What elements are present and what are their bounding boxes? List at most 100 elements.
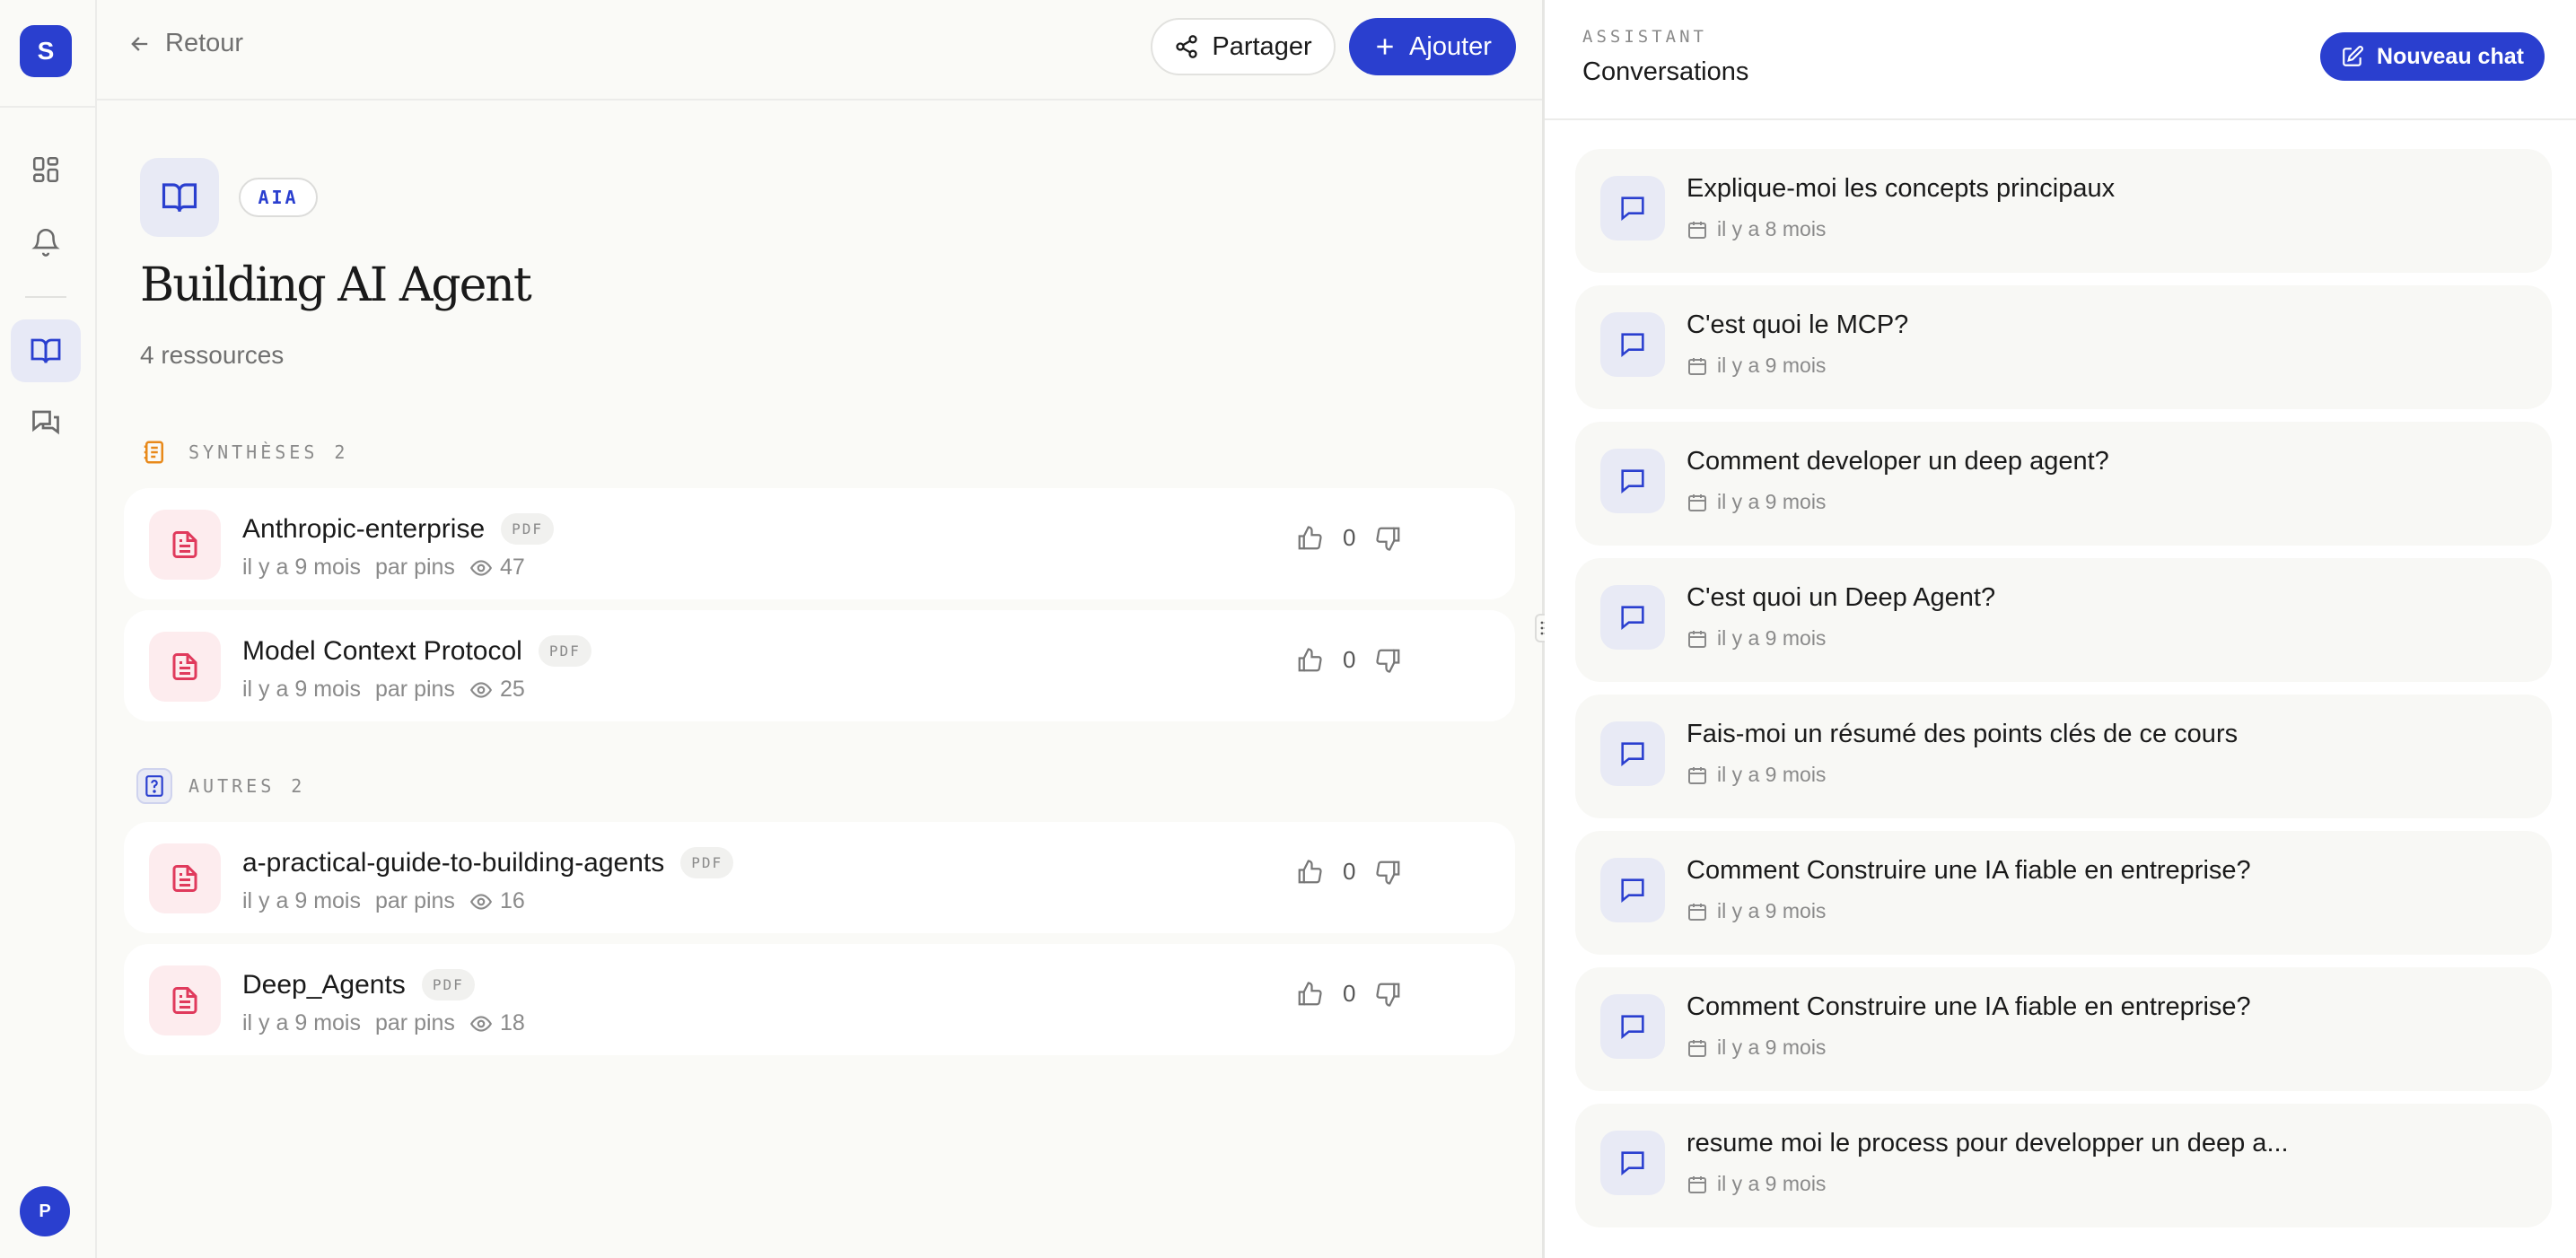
conversation-date: il y a 9 mois — [1717, 763, 1827, 786]
app-logo[interactable]: S — [20, 25, 72, 77]
collection-tag: AIA — [239, 178, 318, 217]
conversation-title: resume moi le process pour developper un… — [1687, 1129, 2289, 1158]
resource-date: il y a 9 mois — [242, 1010, 361, 1035]
avatar[interactable]: P — [20, 1186, 70, 1236]
vote-count: 0 — [1343, 980, 1356, 1007]
help-file-icon — [136, 768, 172, 804]
resource-name[interactable]: a-practical-guide-to-building-agents — [242, 848, 664, 878]
file-type-badge: PDF — [538, 635, 591, 667]
thumbs-down-icon[interactable] — [1375, 859, 1402, 886]
message-icon — [1600, 176, 1665, 240]
message-icon — [1600, 585, 1665, 650]
message-icon — [1600, 994, 1665, 1059]
conversation-date: il y a 9 mois — [1717, 1035, 1827, 1059]
conversation-title: Comment Construire une IA fiable en entr… — [1687, 992, 2251, 1021]
share-icon — [1174, 34, 1199, 59]
vote-count: 0 — [1343, 646, 1356, 673]
conversation-item[interactable]: Comment Construire une IA fiable en entr… — [1575, 967, 2552, 1091]
conversation-item[interactable]: C'est quoi un Deep Agent? il y a 9 mois — [1575, 558, 2552, 682]
thumbs-up-icon[interactable] — [1296, 525, 1323, 552]
view-count: 47 — [499, 555, 525, 580]
assistant-label: ASSISTANT — [1582, 27, 1707, 47]
calendar-icon — [1687, 1037, 1708, 1059]
file-type-badge: PDF — [501, 513, 555, 545]
vote-count: 0 — [1343, 524, 1356, 551]
chat-icon[interactable] — [11, 391, 81, 454]
conversation-item[interactable]: Comment developer un deep agent? il y a 9… — [1575, 422, 2552, 546]
add-button[interactable]: Ajouter — [1349, 18, 1516, 75]
conversation-item[interactable]: Comment Construire une IA fiable en entr… — [1575, 831, 2552, 955]
section-header-autres: AUTRES 2 — [136, 768, 305, 804]
calendar-icon — [1687, 492, 1708, 513]
share-button[interactable]: Partager — [1151, 18, 1336, 75]
calendar-icon — [1687, 764, 1708, 786]
resource-card[interactable]: a-practical-guide-to-building-agents PDF… — [124, 822, 1515, 933]
main-panel: Retour Partager Ajouter AIA Building AI … — [97, 0, 1542, 1258]
vote-count: 0 — [1343, 858, 1356, 885]
resource-count: 4 ressources — [140, 341, 285, 369]
notebook-icon — [136, 434, 172, 470]
resource-card[interactable]: Deep_Agents PDF il y a 9 mois par pins 1… — [124, 944, 1515, 1055]
assistant-title: Conversations — [1582, 57, 1749, 86]
conversation-title: C'est quoi le MCP? — [1687, 310, 1909, 339]
dashboard-icon[interactable] — [11, 138, 81, 201]
resource-card[interactable]: Model Context Protocol PDF il y a 9 mois… — [124, 610, 1515, 721]
page-title: Building AI Agent — [140, 258, 532, 312]
conversation-date: il y a 9 mois — [1717, 899, 1827, 922]
conversation-item[interactable]: resume moi le process pour developper un… — [1575, 1104, 2552, 1227]
eye-icon — [469, 1012, 493, 1035]
bell-icon[interactable] — [11, 210, 81, 273]
message-icon — [1600, 312, 1665, 377]
thumbs-up-icon[interactable] — [1296, 981, 1323, 1008]
message-icon — [1600, 449, 1665, 513]
new-chat-button[interactable]: Nouveau chat — [2320, 32, 2545, 81]
resource-author: par pins — [374, 677, 455, 702]
message-icon — [1600, 1131, 1665, 1195]
resource-name[interactable]: Anthropic-enterprise — [242, 514, 485, 545]
conversation-item[interactable]: Fais-moi un résumé des points clés de ce… — [1575, 695, 2552, 818]
thumbs-up-icon[interactable] — [1296, 859, 1323, 886]
new-chat-label: Nouveau chat — [2377, 43, 2524, 69]
calendar-icon — [1687, 219, 1708, 240]
conversation-date: il y a 9 mois — [1717, 1172, 1827, 1195]
resource-name[interactable]: Model Context Protocol — [242, 636, 522, 667]
resource-card[interactable]: Anthropic-enterprise PDF il y a 9 mois p… — [124, 488, 1515, 599]
resource-date: il y a 9 mois — [242, 677, 361, 702]
conversation-item[interactable]: Explique-moi les concepts principaux il y… — [1575, 149, 2552, 273]
resource-name[interactable]: Deep_Agents — [242, 970, 406, 1000]
resource-author: par pins — [374, 888, 455, 913]
rail-divider — [0, 106, 95, 108]
thumbs-up-icon[interactable] — [1296, 647, 1323, 674]
file-type-badge: PDF — [421, 969, 475, 1000]
assistant-header: ASSISTANT Conversations Nouveau chat — [1545, 0, 2576, 120]
eye-icon — [469, 556, 493, 580]
view-count: 25 — [499, 677, 525, 702]
conversation-title: Comment Construire une IA fiable en entr… — [1687, 856, 2251, 885]
back-button[interactable]: Retour — [127, 29, 243, 58]
calendar-icon — [1687, 355, 1708, 377]
thumbs-down-icon[interactable] — [1375, 981, 1402, 1008]
thumbs-down-icon[interactable] — [1375, 647, 1402, 674]
conversation-title: C'est quoi un Deep Agent? — [1687, 583, 1996, 612]
message-icon — [1600, 721, 1665, 786]
eye-icon — [469, 890, 493, 913]
section-label: AUTRES — [188, 775, 276, 797]
resource-date: il y a 9 mois — [242, 555, 361, 580]
conversation-item[interactable]: C'est quoi le MCP? il y a 9 mois — [1575, 285, 2552, 409]
plus-icon — [1373, 35, 1397, 58]
thumbs-down-icon[interactable] — [1375, 525, 1402, 552]
eye-icon — [469, 678, 493, 702]
message-icon — [1600, 858, 1665, 922]
conversation-date: il y a 9 mois — [1717, 626, 1827, 650]
conversation-date: il y a 8 mois — [1717, 217, 1827, 240]
edit-icon — [2341, 45, 2364, 68]
section-label: SYNTHÈSES — [188, 441, 319, 463]
file-type-badge: PDF — [680, 847, 734, 878]
view-count: 18 — [499, 1010, 525, 1035]
conversation-title: Explique-moi les concepts principaux — [1687, 174, 2116, 203]
share-label: Partager — [1212, 31, 1312, 61]
section-count: 2 — [291, 775, 306, 797]
rail-divider — [25, 296, 66, 298]
library-icon[interactable] — [11, 319, 81, 382]
resource-date: il y a 9 mois — [242, 888, 361, 913]
